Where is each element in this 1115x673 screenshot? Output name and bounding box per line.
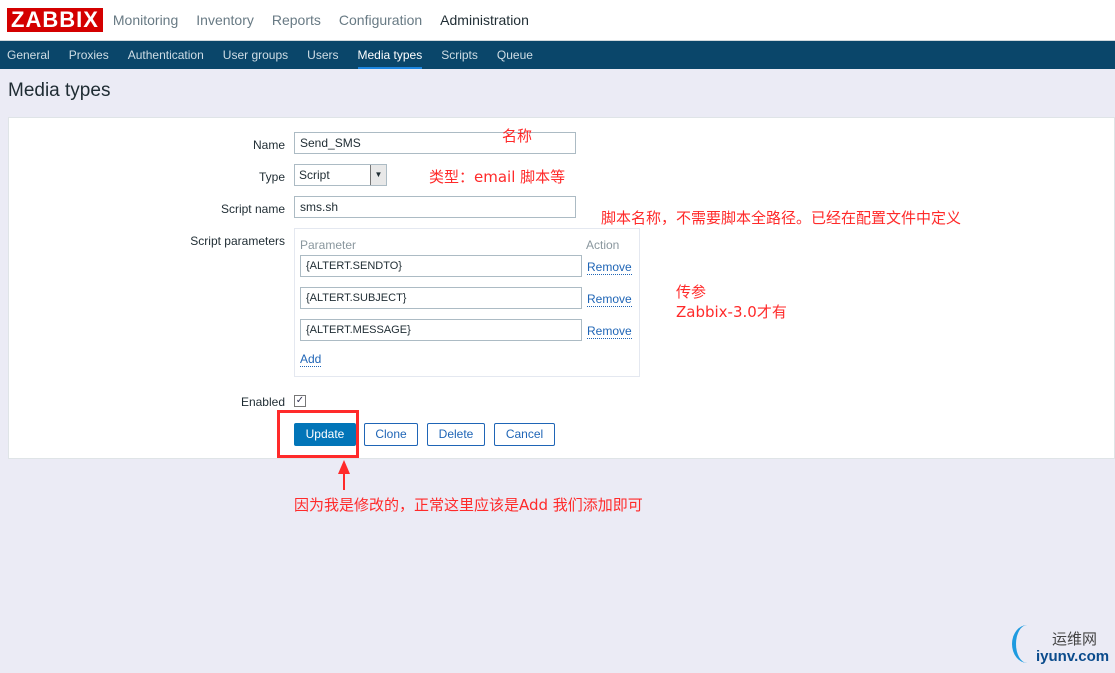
delete-button[interactable]: Delete [427, 423, 485, 446]
nav-inventory[interactable]: Inventory [196, 12, 254, 28]
annotation-name: 名称 [502, 127, 533, 145]
script-params-table: Parameter Action {ALTERT.SENDTO} Remove … [294, 228, 640, 377]
nav-monitoring[interactable]: Monitoring [113, 12, 178, 28]
param-input[interactable]: {ALTERT.SENDTO} [300, 255, 582, 277]
watermark-en: iyunv.com [1036, 648, 1110, 665]
subnav-media-types[interactable]: Media types [357, 41, 423, 69]
name-label: Name [252, 138, 285, 152]
page-title: Media types [8, 80, 111, 101]
type-select[interactable]: Script ▼ [294, 164, 387, 186]
param-input[interactable]: {ALTERT.SUBJECT} [300, 287, 582, 309]
subnav-users[interactable]: Users [307, 41, 338, 69]
remove-link[interactable]: Remove [587, 260, 632, 275]
annotation-script: 脚本名称，不需要脚本全路径。已经在配置文件中定义 [601, 209, 962, 227]
arrow-shaft [343, 472, 345, 490]
script-name-label: Script name [220, 202, 285, 216]
subnav-authentication[interactable]: Authentication [128, 41, 204, 69]
enabled-checkbox[interactable]: ✓ [294, 395, 306, 407]
annotation-update: 因为我是修改的，正常这里应该是Add 我们添加即可 [294, 496, 643, 514]
watermark-cn: 运维网 [1052, 630, 1098, 648]
annotation-type: 类型：email 脚本等 [429, 168, 566, 186]
main-nav: Monitoring Inventory Reports Configurati… [113, 12, 547, 28]
remove-link[interactable]: Remove [587, 292, 632, 307]
clone-button[interactable]: Clone [364, 423, 418, 446]
annotation-params-2: Zabbix-3.0才有 [676, 303, 787, 321]
subnav-general[interactable]: General [7, 41, 50, 69]
param-input[interactable]: {ALTERT.MESSAGE} [300, 319, 582, 341]
nav-configuration[interactable]: Configuration [339, 12, 422, 28]
subnav-queue[interactable]: Queue [497, 41, 533, 69]
subnav-scripts[interactable]: Scripts [441, 41, 478, 69]
script-params-label: Script parameters [190, 234, 285, 248]
type-value: Script [299, 168, 330, 182]
nav-administration[interactable]: Administration [440, 12, 529, 28]
name-input[interactable]: Send_SMS [294, 132, 576, 154]
remove-link[interactable]: Remove [587, 324, 632, 339]
enabled-label: Enabled [240, 395, 285, 409]
zabbix-logo: ZABBIX [7, 8, 103, 32]
highlight-box [277, 410, 359, 458]
add-param-link[interactable]: Add [300, 352, 322, 367]
script-name-input[interactable]: sms.sh [294, 196, 576, 218]
subnav-proxies[interactable]: Proxies [69, 41, 109, 69]
annotation-params-1: 传参 [676, 283, 707, 301]
parameter-header: Parameter [300, 238, 357, 252]
action-header: Action [586, 238, 620, 252]
subnav-user-groups[interactable]: User groups [223, 41, 288, 69]
type-label: Type [258, 170, 285, 184]
cancel-button[interactable]: Cancel [494, 423, 555, 446]
chevron-down-icon[interactable]: ▼ [370, 165, 386, 185]
sub-nav: General Proxies Authentication User grou… [0, 41, 1115, 69]
nav-reports[interactable]: Reports [272, 12, 321, 28]
top-bar: ZABBIX Monitoring Inventory Reports Conf… [0, 0, 1115, 41]
